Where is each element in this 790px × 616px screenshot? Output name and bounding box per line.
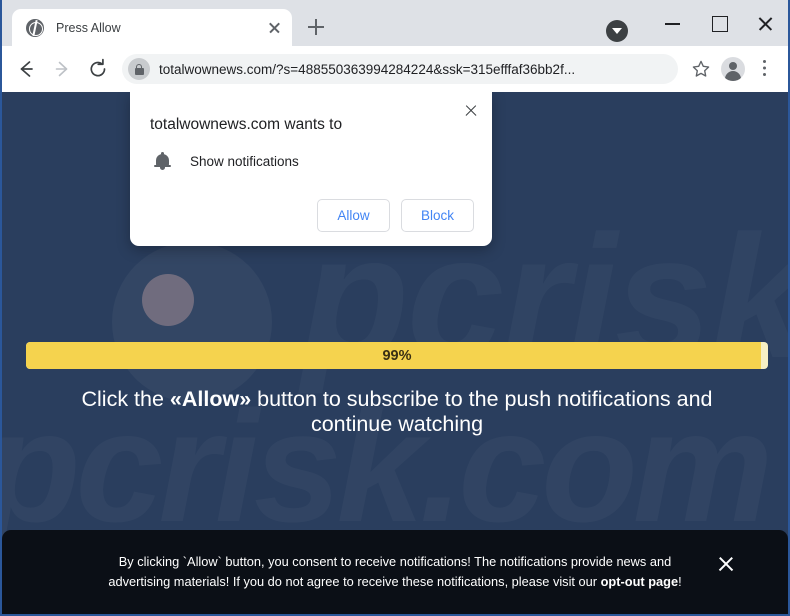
allow-button[interactable]: Allow (317, 199, 390, 232)
browser-toolbar: totalwownews.com/?s=488550363994284224&s… (2, 46, 788, 92)
progress-bar: 99% (26, 342, 768, 369)
dialog-title: totalwownews.com wants to (150, 116, 343, 133)
kebab-menu-icon[interactable] (750, 54, 780, 84)
window-controls (606, 0, 788, 46)
decorative-blob (112, 242, 272, 402)
consent-text-after: ! (678, 574, 682, 589)
lock-icon (128, 58, 150, 80)
consent-text: By clicking `Allow` button, you consent … (90, 552, 700, 592)
progress-bar-label: 99% (382, 347, 412, 364)
new-tab-button[interactable] (302, 13, 330, 41)
window-maximize-button[interactable] (696, 4, 742, 42)
tab-close-icon[interactable] (264, 18, 284, 38)
address-bar[interactable]: totalwownews.com/?s=488550363994284224&s… (122, 54, 678, 84)
download-chevron-icon[interactable] (606, 20, 628, 42)
forward-arrow-icon[interactable] (46, 53, 78, 85)
permission-label: Show notifications (190, 153, 299, 169)
page-headline: Click the «Allow» button to subscribe to… (42, 387, 752, 437)
decorative-blob (142, 274, 194, 326)
headline-before: Click the (81, 387, 170, 411)
tab-title: Press Allow (56, 20, 121, 35)
dialog-close-icon[interactable] (460, 100, 482, 122)
headline-emphasis: «Allow» (169, 387, 252, 411)
dialog-actions: Allow Block (148, 199, 474, 232)
headline-after: button to subscribe to the push notifica… (251, 387, 713, 437)
back-arrow-icon[interactable] (10, 53, 42, 85)
bell-icon (152, 151, 172, 171)
window-minimize-button[interactable] (650, 4, 696, 42)
permission-row: Show notifications (152, 151, 474, 171)
window-close-button[interactable] (742, 4, 788, 42)
opt-out-link[interactable]: opt-out page (601, 574, 678, 589)
tab-press-allow[interactable]: Press Allow (12, 9, 292, 46)
browser-window: Press Allow totalwownews.com/?s=48855036… (0, 0, 790, 616)
reload-icon[interactable] (82, 53, 114, 85)
tab-strip: Press Allow (2, 0, 788, 46)
avatar-icon[interactable] (718, 54, 748, 84)
notification-permission-dialog: totalwownews.com wants to Show notificat… (130, 92, 492, 246)
page-viewport: pcrisk pcrisk.com totalwownews.com wants… (2, 92, 788, 614)
consent-close-icon[interactable] (716, 554, 736, 574)
consent-text-before: By clicking `Allow` button, you consent … (108, 554, 672, 589)
url-text: totalwownews.com/?s=488550363994284224&s… (159, 61, 576, 77)
globe-icon (26, 18, 44, 37)
consent-banner: By clicking `Allow` button, you consent … (2, 530, 788, 614)
star-icon[interactable] (686, 54, 716, 84)
block-button[interactable]: Block (401, 199, 474, 232)
